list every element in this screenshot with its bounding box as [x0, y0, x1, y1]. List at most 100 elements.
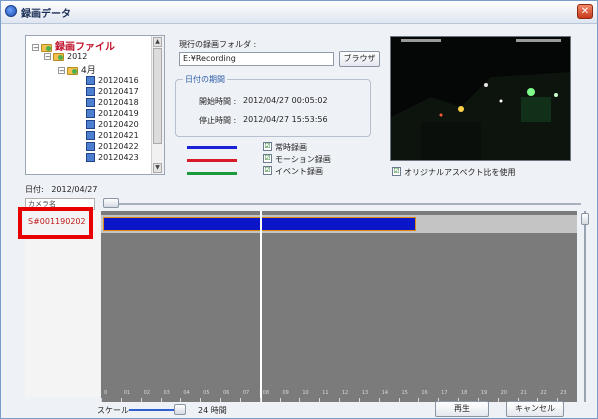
- folder-icon: [41, 43, 52, 52]
- recording-data-window: 録画データ ✕ − 録画ファイル −2012 −4月 20120416 20120…: [0, 0, 598, 419]
- tree-date-label: 20120417: [98, 87, 139, 96]
- hour-tick-label: 17: [441, 390, 448, 396]
- hour-tick: [339, 398, 340, 402]
- cancel-button[interactable]: キャンセル: [506, 401, 564, 417]
- hour-tick: [279, 398, 281, 402]
- hour-tick-label: 18: [461, 390, 468, 396]
- hour-tick: [378, 398, 380, 402]
- motion-checkbox[interactable]: ☑: [263, 154, 272, 163]
- hour-tick: [418, 398, 420, 402]
- app-icon: [5, 5, 17, 17]
- tree-date-item[interactable]: 20120416: [86, 76, 139, 87]
- timeline-zoom-thumb[interactable]: [103, 198, 119, 208]
- tree-node-month[interactable]: − 4月: [58, 63, 96, 76]
- hour-tick-label: 03: [163, 390, 170, 396]
- hour-tick: [200, 398, 202, 402]
- continuous-label: 常時録画: [275, 143, 307, 152]
- hour-tick-label: 21: [520, 390, 527, 396]
- tree-node-root[interactable]: − 録画ファイル: [32, 38, 115, 53]
- collapse-icon[interactable]: −: [58, 67, 65, 75]
- recording-timeline[interactable]: 0 01 02 03 04 05 06 07 08 09 10 11 12 13 14 15 16 17 18 19 2…: [101, 211, 577, 402]
- hour-tick-label: 10: [302, 390, 309, 396]
- motion-label: モーション録画: [275, 155, 331, 164]
- tree-date-label: 20120422: [98, 142, 139, 151]
- tree-date-item[interactable]: 20120423: [86, 153, 139, 164]
- hour-tick-label: 16: [421, 390, 428, 396]
- close-icon[interactable]: ✕: [577, 4, 593, 19]
- tree-date-item[interactable]: 20120420: [86, 120, 139, 131]
- hour-tick: [299, 398, 301, 402]
- continuous-checkbox[interactable]: ☑: [263, 142, 272, 151]
- aspect-label: オリジナルアスペクト比を使用: [404, 168, 516, 177]
- slider-thumb[interactable]: [581, 213, 589, 225]
- recording-file-tree[interactable]: − 録画ファイル −2012 −4月 20120416 20120417 2012…: [25, 35, 165, 175]
- collapse-icon[interactable]: −: [44, 53, 51, 61]
- date-row: 日付: 2012/04/27: [25, 184, 97, 195]
- tree-date-item[interactable]: 20120422: [86, 142, 139, 153]
- collapse-icon[interactable]: −: [32, 44, 39, 52]
- tree-date-item[interactable]: 20120417: [86, 87, 139, 98]
- aspect-checkbox[interactable]: ☑: [392, 167, 401, 176]
- hour-tick-label: 15: [401, 390, 408, 396]
- scroll-down-icon[interactable]: ▼: [153, 163, 162, 173]
- folder-path-input[interactable]: E:¥Recording: [179, 52, 334, 66]
- scale-value: 24 時間: [198, 406, 227, 415]
- tree-date-label: 20120418: [98, 98, 139, 107]
- calendar-icon: [86, 131, 95, 140]
- hour-tick-label: 12: [342, 390, 349, 396]
- tree-date-label: 20120423: [98, 153, 139, 162]
- hour-tick-label: 07: [242, 390, 250, 396]
- hour-tick: [160, 398, 162, 402]
- calendar-icon: [86, 142, 95, 151]
- hour-tick: [180, 398, 182, 402]
- hour-tick: [319, 398, 321, 402]
- hour-tick-label: 04: [183, 390, 190, 396]
- calendar-icon: [86, 98, 95, 107]
- folder-label: 現行の録画フォルダ :: [179, 40, 257, 49]
- event-line-sample: [187, 172, 237, 175]
- end-time-value: 2012/04/27 15:53:56: [243, 115, 328, 124]
- tree-scrollbar[interactable]: ▲ ▼: [151, 36, 164, 174]
- hour-tick-label: 09: [282, 390, 289, 396]
- hour-tick-label: 01: [123, 390, 131, 396]
- tree-date-item[interactable]: 20120419: [86, 109, 139, 120]
- hour-tick: [358, 398, 360, 402]
- tree-date-label: 20120420: [98, 120, 139, 129]
- timeline-zoom-track[interactable]: [111, 203, 581, 205]
- hour-tick-label: 0: [104, 390, 108, 396]
- hour-tick-label: 23: [560, 390, 567, 396]
- start-time-label: 開始時間 :: [199, 97, 237, 106]
- hour-tick: [101, 398, 102, 402]
- play-button[interactable]: 再生: [435, 401, 489, 417]
- tree-node-year[interactable]: − 2012: [44, 52, 87, 63]
- video-preview: [390, 36, 571, 161]
- hour-tick-label: 11: [322, 390, 329, 396]
- night-scene-image: [391, 37, 570, 160]
- period-legend: 日付の期間: [183, 74, 227, 85]
- end-time-label: 停止時間 :: [199, 116, 237, 125]
- scale-slider-track[interactable]: [129, 409, 179, 411]
- timeline-cursor[interactable]: [259, 211, 262, 402]
- event-label: イベント録画: [275, 167, 323, 176]
- date-label: 日付:: [25, 185, 44, 194]
- calendar-icon: [86, 87, 95, 96]
- calendar-icon: [86, 120, 95, 129]
- tree-date-item[interactable]: 20120418: [86, 98, 139, 109]
- hour-tick-label: 13: [361, 390, 369, 396]
- scroll-up-icon[interactable]: ▲: [153, 37, 162, 47]
- hour-tick: [140, 398, 142, 402]
- continuous-line-sample: [187, 146, 237, 149]
- hour-tick-label: 02: [143, 390, 151, 396]
- scale-slider-thumb[interactable]: [174, 404, 186, 415]
- browse-button[interactable]: ブラウザ: [339, 51, 380, 67]
- start-time-value: 2012/04/27 00:05:02: [243, 96, 328, 105]
- scroll-thumb[interactable]: [153, 48, 162, 144]
- scale-label: スケール: [97, 406, 129, 415]
- hour-tick: [497, 398, 499, 402]
- slider-track: [584, 211, 586, 402]
- tree-date-item[interactable]: 20120421: [86, 131, 139, 142]
- event-checkbox[interactable]: ☑: [263, 166, 272, 175]
- calendar-icon: [86, 76, 95, 85]
- timeline-vertical-slider[interactable]: [581, 211, 589, 402]
- folder-icon: [53, 52, 64, 61]
